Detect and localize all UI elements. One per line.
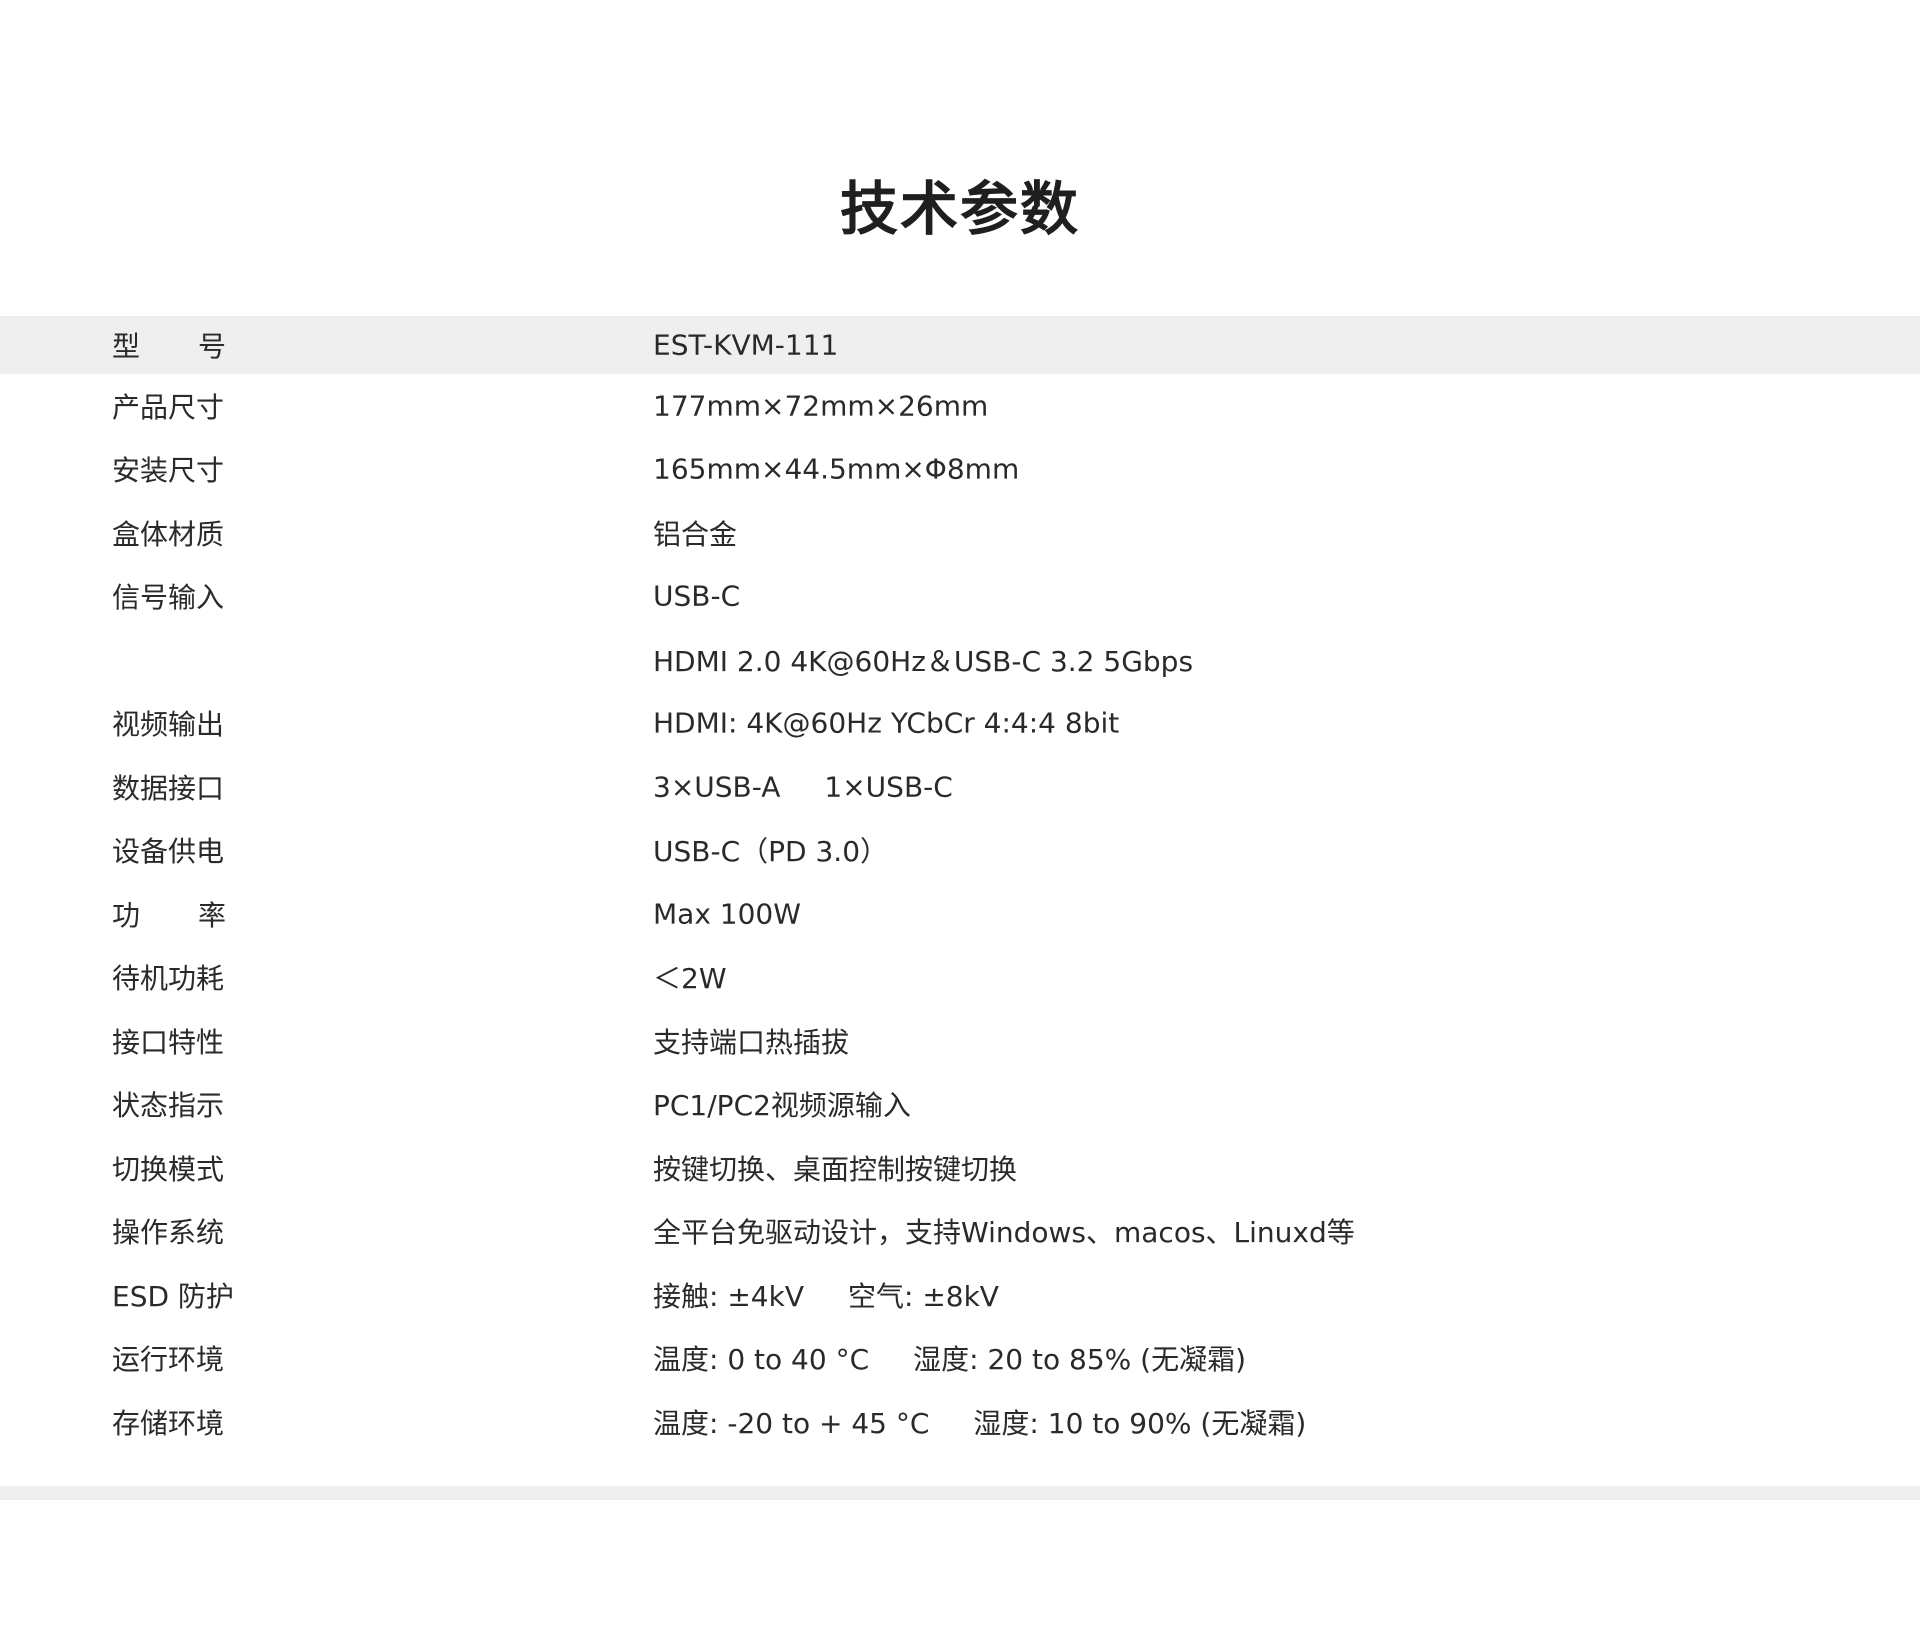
spec-value-part: 湿度: 20 to 85% (无凝霜) <box>913 1343 1246 1377</box>
spec-row-signal-input-cont: HDMI 2.0 4K@60Hz＆USB-C 3.2 5Gbps <box>0 628 1920 692</box>
spec-row-switch-mode: 切换模式 按键切换、桌面控制按键切换 <box>0 1136 1920 1200</box>
spec-label-part: 号 <box>197 330 226 363</box>
spec-value: 温度: 0 to 40 °C 湿度: 20 to 85% (无凝霜) <box>653 1338 1246 1378</box>
spec-label: 操作系统 <box>112 1216 225 1250</box>
spec-value: ＜2W <box>653 962 727 996</box>
spec-value: HDMI 2.0 4K@60Hz＆USB-C 3.2 5Gbps <box>653 644 1194 678</box>
spec-row-standby-power: 待机功耗 ＜2W <box>0 946 1920 1010</box>
spec-value-part: 温度: 0 to 40 °C <box>653 1343 870 1377</box>
spec-label-part: 型 <box>112 330 141 363</box>
spec-row-product-size: 产品尺寸 177mm×72mm×26mm <box>0 374 1920 438</box>
spec-row-operating-env: 运行环境 温度: 0 to 40 °C 湿度: 20 to 85% (无凝霜) <box>0 1327 1920 1391</box>
spec-value: 铝合金 <box>653 517 738 551</box>
spec-value: Max 100W <box>653 897 801 931</box>
spec-value: USB-C（PD 3.0） <box>653 835 889 869</box>
spec-value: 接触: ±4kV 空气: ±8kV <box>653 1275 999 1315</box>
spec-value-part: 接触: ±4kV <box>653 1279 804 1313</box>
spec-label: 功 率 <box>112 894 226 934</box>
spec-value: 3×USB-A 1×USB-C <box>653 770 953 803</box>
spec-value-part: 空气: ±8kV <box>847 1279 999 1313</box>
spec-row-model: 型 号 EST-KVM-111 <box>0 316 1920 374</box>
spec-label: 视频输出 <box>112 708 225 742</box>
spec-label: 盒体材质 <box>112 517 225 551</box>
spec-value: 温度: -20 to + 45 °C 湿度: 10 to 90% (无凝霜) <box>653 1402 1306 1442</box>
spec-row-port-features: 接口特性 支持端口热插拔 <box>0 1009 1920 1073</box>
spec-value: 按键切换、桌面控制按键切换 <box>653 1152 1018 1186</box>
spec-value: 支持端口热插拔 <box>653 1025 850 1059</box>
spec-row-data-ports: 数据接口 3×USB-A 1×USB-C <box>0 755 1920 819</box>
page-title: 技术参数 <box>839 174 1080 243</box>
spec-row-signal-input: 信号输入 USB-C <box>0 565 1920 629</box>
spec-value: 165mm×44.5mm×Φ8mm <box>653 452 1020 486</box>
spec-value: 177mm×72mm×26mm <box>653 389 989 423</box>
spec-value: USB-C <box>653 579 741 613</box>
spec-label: 待机功耗 <box>112 962 225 996</box>
spec-value: HDMI: 4K@60Hz YCbCr 4:4:4 8bit <box>653 706 1120 740</box>
spec-value-part: 湿度: 10 to 90% (无凝霜) <box>973 1406 1307 1440</box>
spec-label-part: 率 <box>197 898 226 932</box>
spec-value: PC1/PC2视频源输入 <box>653 1089 911 1123</box>
spec-row-os: 操作系统 全平台免驱动设计，支持Windows、macos、Linuxd等 <box>0 1200 1920 1264</box>
spec-label: 型 号 <box>112 325 226 365</box>
spec-row-esd: ESD 防护 接触: ±4kV 空气: ±8kV <box>0 1263 1920 1327</box>
spec-row-video-output: 视频输出 HDMI: 4K@60Hz YCbCr 4:4:4 8bit <box>0 692 1920 756</box>
spec-row-storage-env: 存储环境 温度: -20 to + 45 °C 湿度: 10 to 90% (无凝… <box>0 1390 1920 1454</box>
spec-value-part: 1×USB-C <box>824 770 953 804</box>
spec-label: 存储环境 <box>112 1406 225 1440</box>
spec-label: 设备供电 <box>112 835 225 869</box>
spec-label: 接口特性 <box>112 1025 225 1059</box>
spec-value-part: 3×USB-A <box>653 770 781 804</box>
spec-label: 数据接口 <box>112 771 225 805</box>
spec-label: ESD 防护 <box>112 1279 234 1313</box>
spec-row-power: 功 率 Max 100W <box>0 882 1920 946</box>
spec-label: 切换模式 <box>112 1152 225 1186</box>
spec-row-status-indicator: 状态指示 PC1/PC2视频源输入 <box>0 1073 1920 1137</box>
spec-row-power-supply: 设备供电 USB-C（PD 3.0） <box>0 819 1920 883</box>
spec-value: 全平台免驱动设计，支持Windows、macos、Linuxd等 <box>653 1216 1355 1250</box>
spec-label: 状态指示 <box>112 1089 225 1123</box>
spec-value-part: 温度: -20 to + 45 °C <box>653 1406 930 1440</box>
spec-row-material: 盒体材质 铝合金 <box>0 501 1920 565</box>
spec-label: 产品尺寸 <box>112 390 225 424</box>
spec-label: 信号输入 <box>112 581 225 615</box>
spec-label: 安装尺寸 <box>112 454 225 488</box>
spec-label-part: 功 <box>112 898 141 932</box>
bottom-divider <box>0 1486 1920 1500</box>
spec-label: 运行环境 <box>112 1343 225 1377</box>
spec-value: EST-KVM-111 <box>653 328 839 362</box>
spec-row-install-size: 安装尺寸 165mm×44.5mm×Φ8mm <box>0 438 1920 502</box>
spec-table: 型 号 EST-KVM-111 产品尺寸 177mm×72mm×26mm 安装尺… <box>0 316 1920 1454</box>
